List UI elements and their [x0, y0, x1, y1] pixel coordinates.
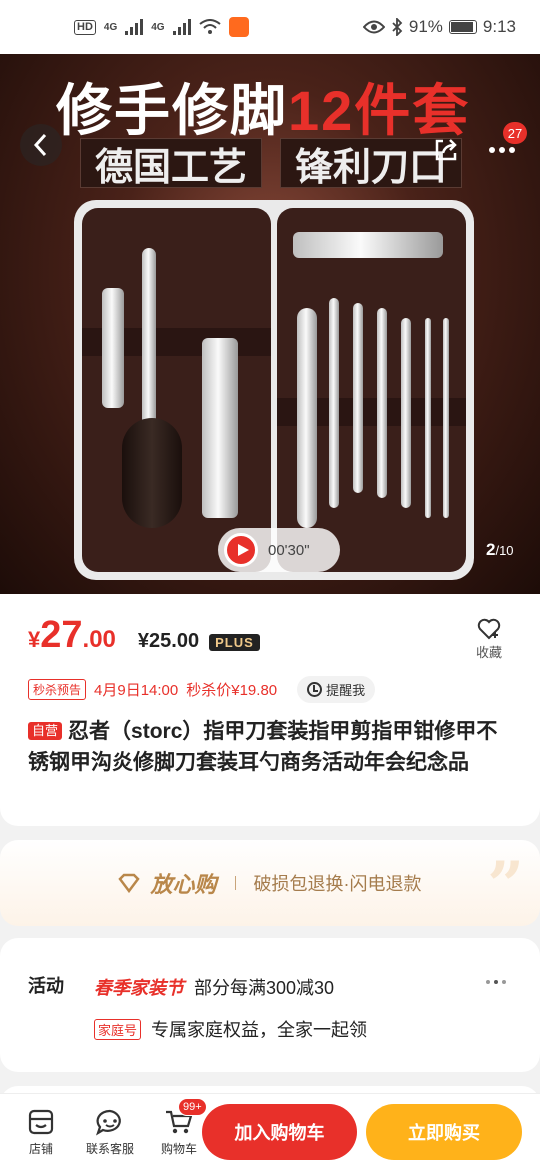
activity-card[interactable]: 活动 春季家装节 部分每满300减30 家庭号 专属家庭权益，全家一起领	[0, 938, 540, 1072]
self-operated-tag: 自营	[28, 722, 63, 740]
clock-time: 9:13	[482, 17, 516, 36]
video-play-button[interactable]: 00'30"	[218, 528, 340, 572]
battery-percent: 91%	[408, 17, 443, 36]
flash-sale-price: 秒杀价¥19.80	[186, 682, 278, 699]
status-bar: HD 4G 4G 91% 9:13	[0, 0, 540, 54]
add-to-cart-button[interactable]: 加入购物车	[202, 1104, 357, 1160]
store-button[interactable]: 店铺	[10, 1108, 72, 1157]
nail-clipper-large	[202, 338, 238, 518]
page-total: /10	[495, 543, 514, 558]
case-right-half	[277, 208, 466, 572]
cuticle-pusher	[353, 303, 363, 493]
share-icon	[435, 139, 457, 161]
cart-count-badge: 99+	[178, 1097, 207, 1116]
activity-family-row[interactable]: 家庭号 专属家庭权益，全家一起领	[94, 1016, 367, 1042]
video-duration: 00'30"	[268, 541, 310, 559]
bottom-action-bar: 店铺 联系客服 购物车 99+ 加入购物车 立即购买	[0, 1094, 540, 1170]
flash-sale-row: 秒杀预告 4月9日14:00 秒杀价¥19.80 提醒我	[28, 676, 376, 703]
scissors	[142, 248, 156, 438]
remind-me-button[interactable]: 提醒我	[297, 676, 376, 703]
quote-decoration: ”	[487, 848, 524, 923]
toenail-clipper	[293, 232, 443, 258]
cart-label: 购物车	[160, 1141, 197, 1156]
wifi-icon	[198, 19, 221, 34]
network-a: 4G	[103, 21, 118, 33]
play-icon	[224, 533, 258, 567]
nail-file	[297, 308, 317, 528]
activity-label: 活动	[28, 976, 64, 996]
festival-name: 春季家装节	[94, 978, 184, 998]
ear-pick	[425, 318, 431, 518]
chat-bubble-icon	[96, 1109, 121, 1135]
manicure-case-illustration	[74, 200, 474, 580]
price-decimal: .00	[82, 626, 116, 653]
plus-member-tag: PLUS	[209, 634, 260, 651]
nail-clipper-small	[102, 288, 124, 408]
current-price: ¥27.00	[28, 614, 116, 657]
festival-desc: 部分每满300减30	[194, 978, 335, 998]
family-tag: 家庭号	[94, 1018, 142, 1040]
tweezers	[329, 298, 339, 508]
flash-sale-tag: 秒杀预告	[28, 679, 87, 700]
more-dots-icon[interactable]	[486, 980, 506, 984]
guarantee-divider	[234, 876, 236, 890]
guarantee-desc: 破损包退换·闪电退款	[253, 874, 422, 894]
plus-price: ¥25.00	[137, 630, 200, 652]
case-left-half	[82, 208, 271, 572]
flash-sale-date: 4月9日14:00	[94, 682, 179, 699]
currency-symbol: ¥	[28, 627, 41, 652]
store-label: 店铺	[28, 1141, 53, 1156]
price-integer: 27	[40, 614, 83, 656]
product-title: 自营 忍者（storc）指甲刀套装指甲剪指甲钳修甲不锈钢甲沟炎修脚刀套装耳勺商务活…	[28, 716, 512, 778]
cuticle-knife	[377, 308, 387, 498]
eye-icon	[362, 20, 385, 34]
ear-spoon	[443, 318, 449, 518]
price-row: ¥27.00 ¥25.00 PLUS	[28, 614, 260, 657]
hero-title-white: 修手修脚	[56, 79, 288, 142]
diamond-heart-icon	[118, 873, 141, 893]
cuticle-nipper	[122, 418, 182, 528]
favorite-label: 收藏	[475, 645, 502, 660]
app-notification-icon	[228, 17, 249, 37]
customer-service-button[interactable]: 联系客服	[74, 1108, 146, 1157]
product-image-carousel[interactable]: 修手修脚12件套 德国工艺 锋利刀口 27	[0, 54, 540, 594]
alarm-clock-icon	[307, 682, 323, 697]
battery-icon	[448, 20, 477, 34]
activity-festival-row[interactable]: 春季家装节 部分每满300减30	[94, 974, 334, 1000]
bluetooth-icon	[392, 18, 403, 36]
hero-chip-left: 德国工艺	[80, 138, 263, 189]
buy-now-button[interactable]: 立即购买	[366, 1104, 522, 1160]
guarantee-title: 放心购	[150, 872, 217, 897]
image-page-indicator: 2/10	[486, 540, 514, 560]
chevron-left-icon	[33, 133, 47, 157]
message-count-badge: 27	[503, 122, 527, 144]
signal-icon	[172, 19, 191, 35]
network-b: 4G	[151, 21, 165, 33]
pedicure-knife	[401, 318, 411, 508]
remind-label: 提醒我	[326, 683, 366, 698]
favorite-button[interactable]: 收藏	[466, 618, 512, 661]
cart-button[interactable]: 购物车 99+	[148, 1097, 210, 1157]
share-button[interactable]	[424, 128, 468, 172]
hd-icon: HD	[74, 19, 96, 35]
more-dots-icon	[489, 147, 515, 153]
guarantee-banner[interactable]: 放心购 破损包退换·闪电退款 ”	[0, 840, 540, 926]
product-title-text: 忍者（storc）指甲刀套装指甲剪指甲钳修甲不锈钢甲沟炎修脚刀套装耳勺商务活动年…	[28, 720, 498, 774]
family-desc: 专属家庭权益，全家一起领	[151, 1020, 368, 1040]
customer-service-label: 联系客服	[85, 1141, 134, 1156]
status-left: HD 4G 4G	[74, 17, 249, 37]
status-right: 91% 9:13	[362, 17, 516, 37]
heart-icon	[477, 618, 501, 640]
back-button[interactable]	[20, 124, 62, 166]
signal-icon	[125, 19, 144, 35]
product-info-card: ¥27.00 ¥25.00 PLUS 收藏 秒杀预告 4月9日14:00 秒杀价…	[0, 594, 540, 826]
store-icon	[28, 1109, 54, 1134]
